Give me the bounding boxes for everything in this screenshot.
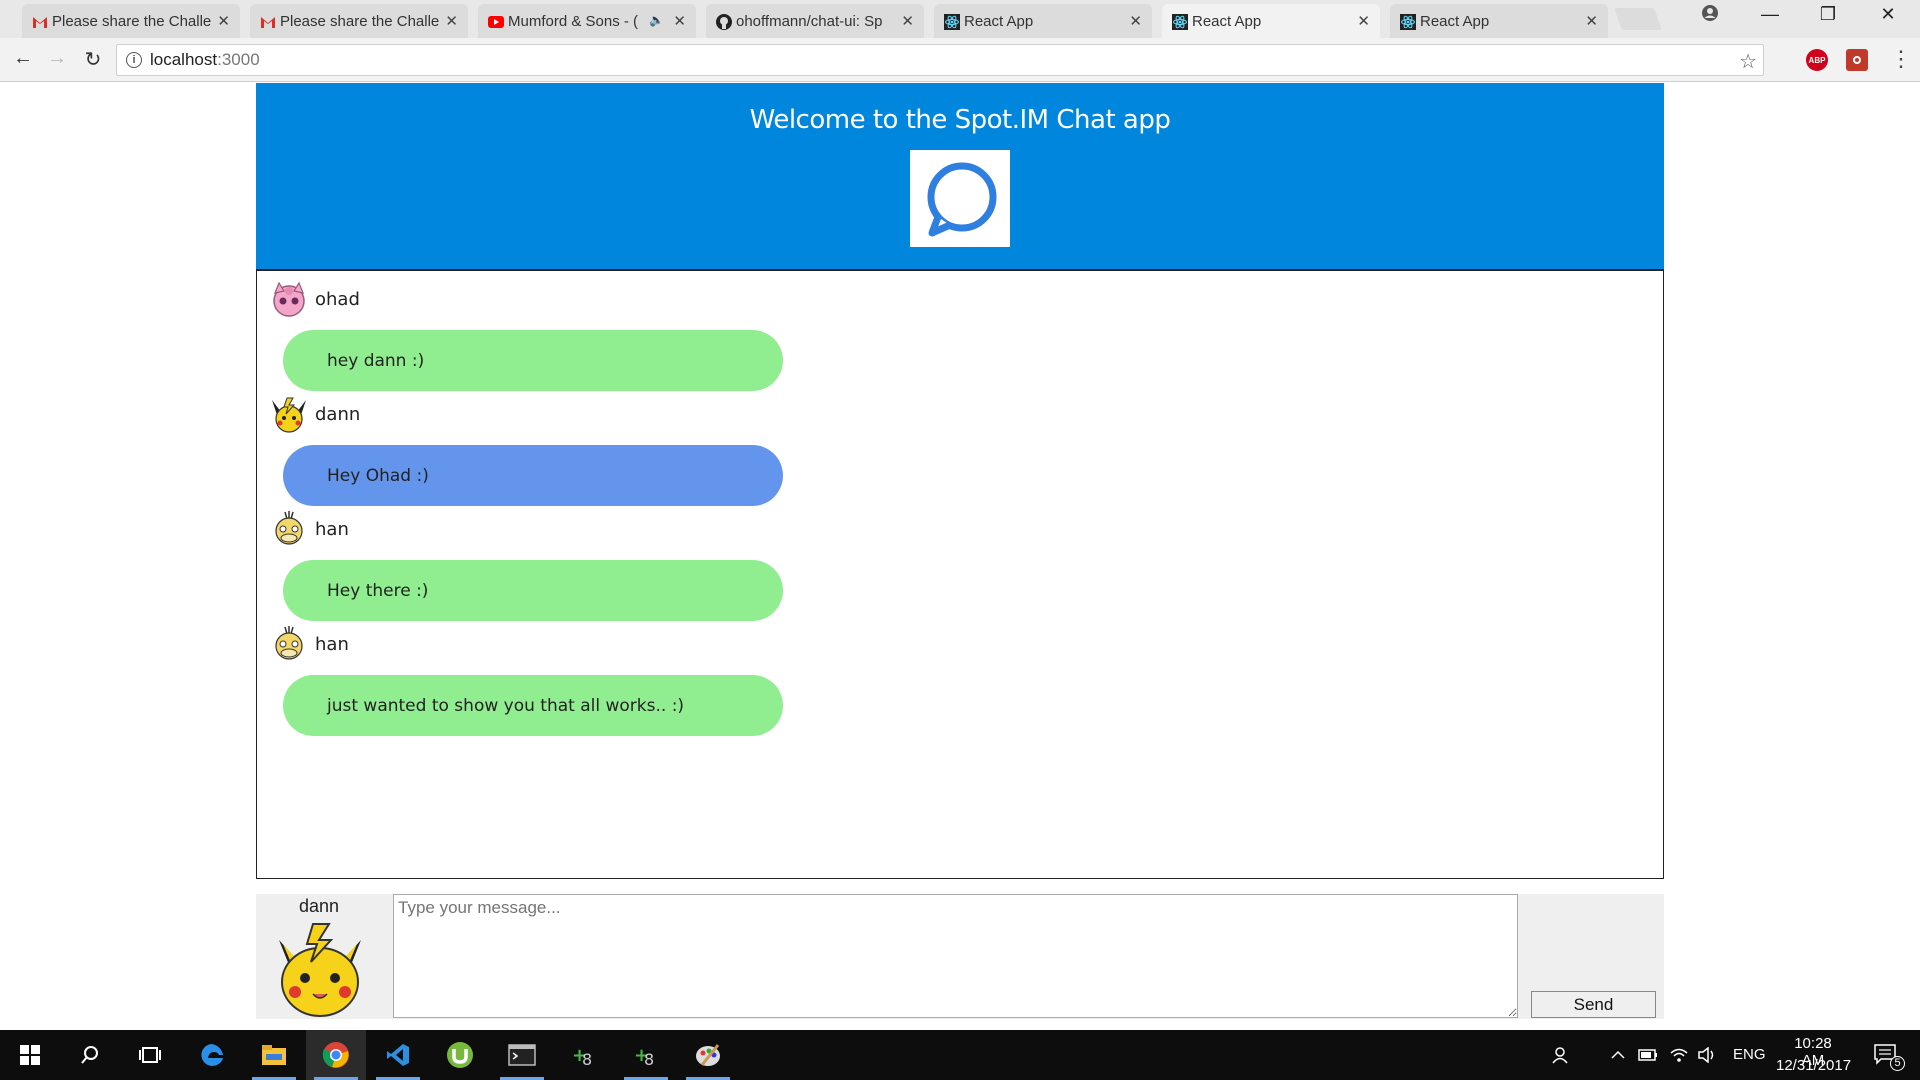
tab-title: Please share the Challe [280, 12, 440, 30]
bookmark-star-icon[interactable]: ☆ [1739, 49, 1757, 74]
tab-title: React App [1420, 12, 1490, 30]
close-window-icon[interactable]: ✕ [1868, 4, 1908, 25]
youtube-icon [488, 14, 504, 30]
svg-text:8: 8 [644, 1050, 654, 1069]
browser-tab[interactable]: React App ✕ [934, 4, 1152, 38]
chrome-menu-icon[interactable]: ⋮ [1890, 46, 1912, 72]
close-tab-icon[interactable]: ✕ [1129, 12, 1142, 30]
action-center-icon[interactable]: 5 [1866, 1030, 1906, 1080]
chevron-up-icon[interactable] [1606, 1030, 1630, 1080]
extension-icon[interactable] [1846, 49, 1868, 71]
message-bubble: Hey Ohad :) [283, 445, 783, 506]
send-button[interactable]: Send [1531, 991, 1656, 1018]
restore-icon[interactable]: ❐ [1808, 4, 1848, 25]
psyduck-avatar [269, 624, 309, 664]
url-port: :3000 [217, 50, 260, 69]
browser-tab-strip: Please share the Challe ✕ Please share the… [0, 0, 1920, 38]
close-tab-icon[interactable]: ✕ [673, 12, 686, 30]
chat-bubble-icon [927, 162, 997, 236]
app-icon-2[interactable]: +8 [616, 1030, 676, 1080]
battery-icon[interactable] [1636, 1030, 1660, 1080]
tab-title: Please share the Challe [52, 12, 212, 30]
utorrent-icon[interactable] [430, 1030, 490, 1080]
address-bar[interactable]: i localhost:3000 ☆ [116, 44, 1764, 76]
psyduck-avatar [269, 509, 309, 549]
audio-playing-icon[interactable]: 🔈 [649, 13, 664, 27]
message-header: ohad [269, 279, 360, 319]
message-list[interactable]: ohad hey dann :) dann Hey Ohad :) han Hey the… [256, 269, 1664, 879]
close-tab-icon[interactable]: ✕ [217, 12, 230, 30]
compose-bar: dann Send [256, 894, 1664, 1019]
message-input[interactable] [393, 894, 1518, 1018]
browser-tab[interactable]: React App ✕ [1390, 4, 1608, 38]
profile-icon[interactable] [1690, 4, 1730, 27]
react-icon [944, 14, 960, 30]
pikachu-avatar [269, 920, 371, 1018]
volume-icon[interactable] [1694, 1030, 1720, 1080]
url-host: localhost [150, 50, 218, 69]
message-bubble: just wanted to show you that all works..… [283, 675, 783, 736]
terminal-icon[interactable] [492, 1030, 552, 1080]
browser-toolbar: ← → ↻ i localhost:3000 ☆ ABP ⋮ [0, 38, 1920, 82]
close-tab-icon[interactable]: ✕ [1585, 12, 1598, 30]
clock-date[interactable]: 12/31/2017 [1776, 1057, 1851, 1074]
forward-icon[interactable]: → [44, 47, 70, 70]
browser-tab[interactable]: React App ✕ [1162, 4, 1380, 38]
message-bubble: hey dann :) [283, 330, 783, 391]
svg-text:8: 8 [582, 1050, 592, 1069]
current-username: dann [298, 896, 340, 916]
message-username: han [315, 518, 349, 540]
close-tab-icon[interactable]: ✕ [445, 12, 458, 30]
paint-icon[interactable] [678, 1030, 738, 1080]
gmail-icon [32, 14, 48, 30]
react-icon [1172, 14, 1188, 30]
chat-logo [910, 150, 1010, 247]
site-info-icon[interactable]: i [126, 52, 142, 68]
people-icon[interactable] [1546, 1030, 1576, 1080]
app-header: Welcome to the Spot.IM Chat app [256, 83, 1664, 269]
close-tab-icon[interactable]: ✕ [901, 12, 914, 30]
windows-start-icon[interactable] [0, 1030, 60, 1080]
task-view-icon[interactable] [120, 1030, 180, 1080]
browser-tab[interactable]: Mumford & Sons - (🔈 ✕ [478, 4, 696, 38]
github-icon [716, 14, 732, 30]
reload-icon[interactable]: ↻ [80, 47, 106, 72]
app-icon-1[interactable]: +8 [554, 1030, 614, 1080]
chat-app: Welcome to the Spot.IM Chat app ohad hey … [256, 83, 1664, 879]
pikachu-avatar [269, 394, 309, 434]
tab-title: React App [1192, 12, 1262, 30]
edge-icon[interactable] [182, 1030, 242, 1080]
message-username: han [315, 633, 349, 655]
windows-taskbar: +8 +8 ENG 10:28 AM 12/31/2017 5 [0, 1030, 1920, 1080]
minimize-icon[interactable]: — [1750, 4, 1790, 25]
message-username: dann [315, 403, 361, 425]
message-username: ohad [315, 288, 360, 310]
adblock-plus-icon[interactable]: ABP [1806, 49, 1828, 71]
file-explorer-icon[interactable] [244, 1030, 304, 1080]
browser-tab[interactable]: ohoffmann/chat-ui: Sp ✕ [706, 4, 924, 38]
new-tab-button[interactable] [1613, 8, 1663, 30]
react-icon [1400, 14, 1416, 30]
vscode-icon[interactable] [368, 1030, 428, 1080]
message-header: dann [269, 394, 360, 434]
wifi-icon[interactable] [1666, 1030, 1692, 1080]
message-header: han [269, 509, 349, 549]
chrome-icon[interactable] [306, 1030, 366, 1080]
close-tab-icon[interactable]: ✕ [1357, 12, 1370, 30]
gmail-icon [260, 14, 276, 30]
tab-title: React App [964, 12, 1034, 30]
tab-title: ohoffmann/chat-ui: Sp [736, 12, 883, 30]
jigglypuff-avatar [269, 279, 309, 319]
browser-tab[interactable]: Please share the Challe ✕ [22, 4, 240, 38]
browser-tab[interactable]: Please share the Challe ✕ [250, 4, 468, 38]
message-bubble: Hey there :) [283, 560, 783, 621]
language-indicator[interactable]: ENG [1733, 1046, 1766, 1063]
app-title: Welcome to the Spot.IM Chat app [749, 105, 1171, 135]
notification-count: 5 [1890, 1056, 1905, 1071]
message-header: han [269, 624, 349, 664]
back-icon[interactable]: ← [10, 47, 36, 70]
search-icon[interactable] [60, 1030, 120, 1080]
